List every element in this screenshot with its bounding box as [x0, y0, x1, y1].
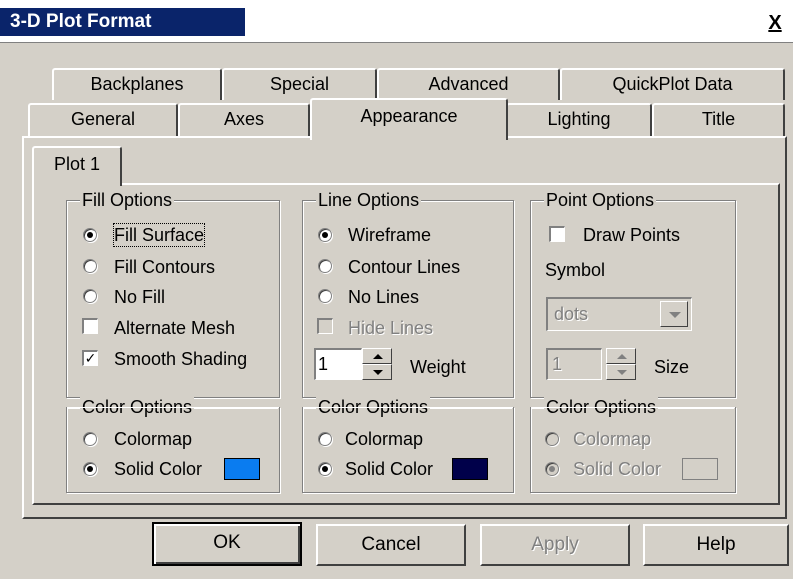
point-solid-color-label: Solid Color: [573, 459, 662, 479]
line-color-swatch[interactable]: [452, 458, 488, 480]
wireframe-label[interactable]: Wireframe: [348, 224, 431, 246]
weight-label: Weight: [410, 357, 466, 377]
size-input[interactable]: 1: [546, 348, 602, 380]
draw-points-label[interactable]: Draw Points: [583, 224, 680, 246]
symbol-dropdown-button[interactable]: [660, 301, 688, 327]
alternate-mesh-checkbox[interactable]: [82, 318, 98, 334]
apply-button[interactable]: Apply: [480, 524, 630, 566]
contour-lines-label[interactable]: Contour Lines: [348, 256, 460, 278]
weight-spinner[interactable]: [362, 348, 392, 380]
size-down-button[interactable]: [606, 364, 636, 380]
fill-color-swatch[interactable]: [224, 458, 260, 480]
size-up-button[interactable]: [606, 348, 636, 364]
line-colormap-radio[interactable]: [318, 432, 332, 446]
tab-title[interactable]: Title: [652, 103, 785, 137]
fill-options-title: Fill Options: [80, 190, 175, 210]
no-lines-label[interactable]: No Lines: [348, 286, 419, 308]
draw-points-checkbox[interactable]: [549, 226, 565, 242]
tab-backplanes[interactable]: Backplanes: [52, 68, 222, 100]
fill-colormap-label[interactable]: Colormap: [114, 428, 192, 450]
hide-lines-checkbox[interactable]: [317, 318, 333, 334]
weight-down-button[interactable]: [362, 364, 392, 380]
up-arrow-icon: [373, 354, 383, 359]
tab-appearance[interactable]: Appearance: [310, 98, 508, 140]
hide-lines-label: Hide Lines: [348, 318, 434, 338]
alternate-mesh-label[interactable]: Alternate Mesh: [114, 317, 235, 339]
line-options-title: Line Options: [316, 190, 422, 210]
line-solid-color-radio[interactable]: [318, 462, 332, 476]
ok-button[interactable]: OK: [152, 522, 302, 566]
no-fill-label[interactable]: No Fill: [114, 286, 165, 308]
fill-contours-radio[interactable]: [83, 259, 97, 273]
no-fill-radio[interactable]: [83, 289, 97, 303]
no-lines-radio[interactable]: [318, 289, 332, 303]
cancel-button[interactable]: Cancel: [316, 524, 466, 566]
tab-special[interactable]: Special: [222, 68, 377, 100]
chevron-down-icon: [669, 312, 681, 318]
size-spinner[interactable]: [606, 348, 636, 380]
fill-colormap-radio[interactable]: [83, 432, 97, 446]
tab-quickplot-data[interactable]: QuickPlot Data: [560, 68, 785, 100]
title-bar: 3-D Plot Format X: [0, 0, 793, 43]
point-options-title: Point Options: [544, 190, 657, 210]
line-colormap-label[interactable]: Colormap: [345, 428, 423, 450]
window-title: 3-D Plot Format: [0, 8, 245, 36]
weight-up-button[interactable]: [362, 348, 392, 364]
fill-contours-label[interactable]: Fill Contours: [114, 256, 215, 278]
point-solid-color-radio[interactable]: [545, 462, 559, 476]
smooth-shading-label[interactable]: Smooth Shading: [114, 348, 247, 370]
tab-axes[interactable]: Axes: [178, 103, 310, 137]
point-color-swatch[interactable]: [682, 458, 718, 480]
tab-plot-1[interactable]: Plot 1: [32, 146, 122, 186]
down-arrow-icon: [373, 370, 383, 375]
up-arrow-icon: [617, 354, 627, 359]
fill-surface-label[interactable]: Fill Surface: [112, 223, 206, 247]
smooth-shading-checkbox[interactable]: ✓: [82, 350, 98, 366]
tab-advanced[interactable]: Advanced: [377, 68, 560, 100]
symbol-select[interactable]: dots: [546, 297, 692, 331]
wireframe-radio[interactable]: [318, 228, 332, 242]
point-colormap-label: Colormap: [573, 429, 652, 449]
line-color-group: [302, 407, 514, 493]
fill-solid-color-radio[interactable]: [83, 462, 97, 476]
weight-input[interactable]: 1: [314, 348, 362, 380]
point-colormap-radio[interactable]: [545, 432, 559, 446]
point-color-group: [530, 407, 736, 493]
help-button[interactable]: Help: [643, 524, 789, 566]
tab-lighting[interactable]: Lighting: [506, 103, 652, 137]
line-solid-color-label[interactable]: Solid Color: [345, 458, 433, 480]
contour-lines-radio[interactable]: [318, 259, 332, 273]
fill-surface-radio[interactable]: [83, 228, 97, 242]
fill-solid-color-label[interactable]: Solid Color: [114, 458, 202, 480]
down-arrow-icon: [617, 370, 627, 375]
symbol-label: Symbol: [545, 260, 606, 280]
tab-general[interactable]: General: [28, 103, 178, 137]
fill-color-group: [66, 407, 280, 493]
close-icon[interactable]: X: [763, 12, 787, 34]
size-label: Size: [654, 357, 690, 377]
